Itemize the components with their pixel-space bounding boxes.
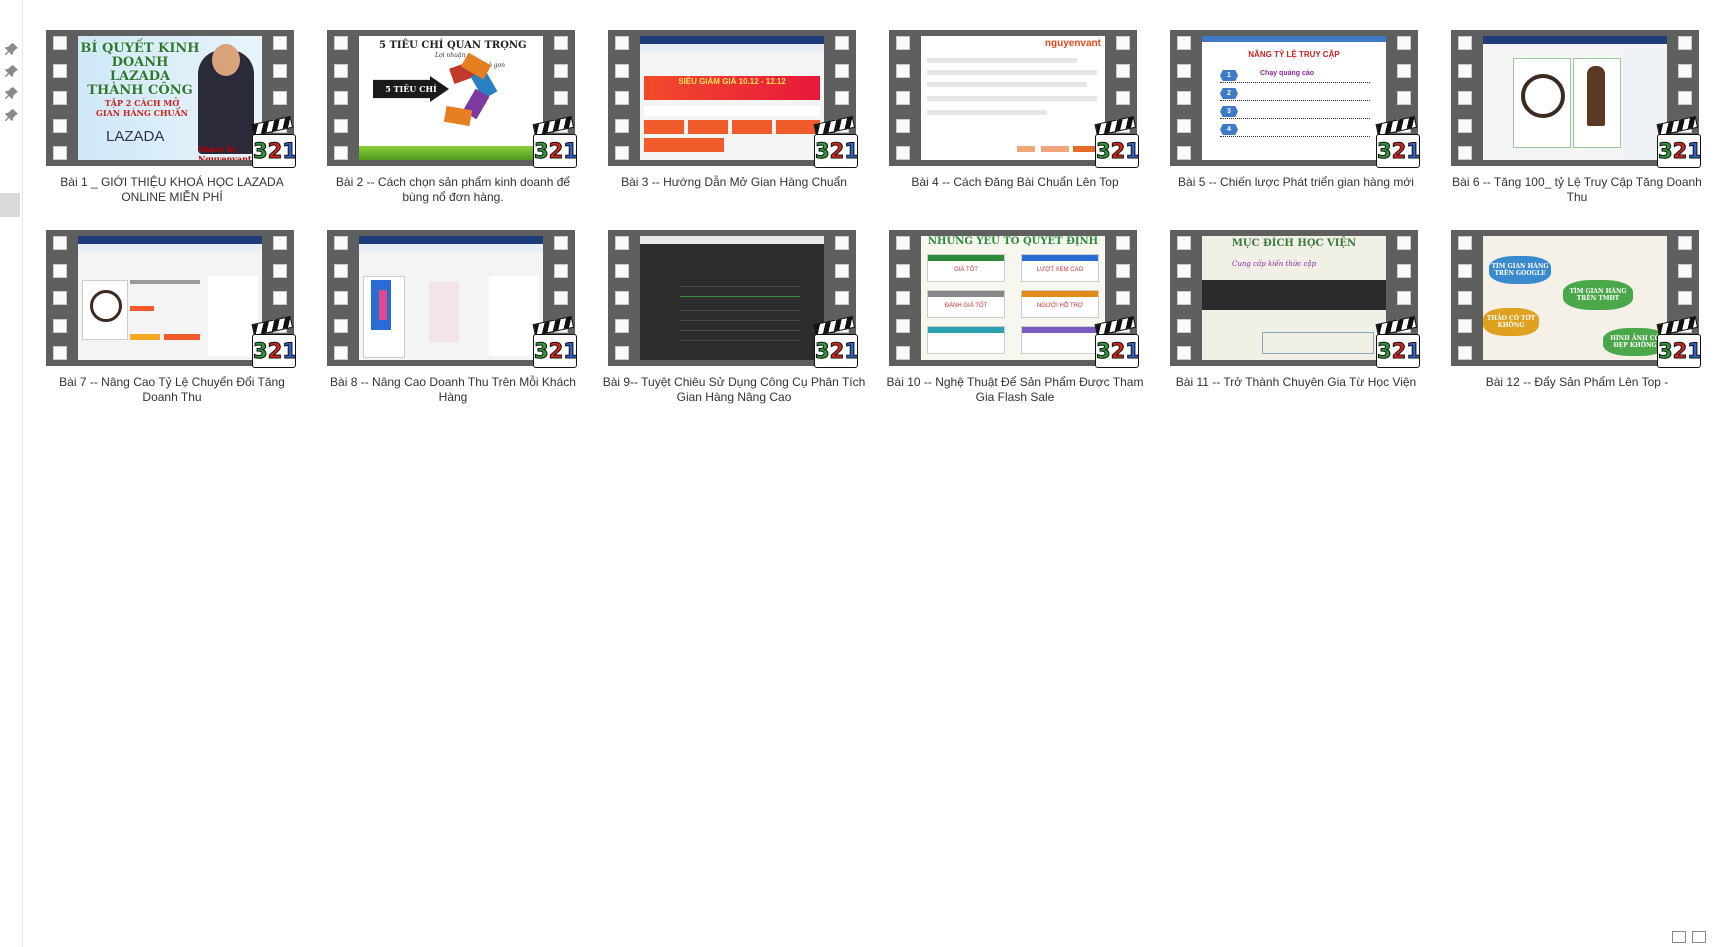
large-icons-view-icon[interactable] [1692, 931, 1706, 943]
media-player-classic-icon: 321 [531, 115, 578, 168]
video-file-tile[interactable]: 321 Bài 7 -- Nâng Cao Tỷ Lệ Chuyển Đổi T… [40, 228, 321, 428]
video-file-tile[interactable]: TÌM GIAN HÀNG TRÊN GOOGLE TÌM GIAN HÀNG … [1445, 228, 1716, 428]
video-file-tile[interactable]: 321 Bài 9-- Tuyệt Chiêu Sử Dụng Công Cụ … [602, 228, 883, 428]
media-player-classic-icon: 321 [1093, 315, 1140, 368]
thumb-label: Lợi nhuận [435, 52, 466, 59]
media-player-classic-icon: 321 [812, 115, 859, 168]
file-name[interactable]: Bài 5 -- Chiến lược Phát triển gian hàng… [1164, 175, 1428, 190]
presenter-face [212, 44, 240, 76]
thumb-subtitle: TẬP 2 CÁCH MỞ GIAN HÀNG CHUẨN [96, 98, 188, 118]
pin-icon[interactable] [5, 64, 19, 78]
thumb-brand: nguyenvant [1044, 38, 1101, 49]
file-name[interactable]: Bài 7 -- Nâng Cao Tỷ Lệ Chuyển Đổi Tăng … [40, 375, 304, 405]
file-name[interactable]: Bài 10 -- Nghệ Thuật Để Sản Phẩm Được Th… [883, 375, 1147, 405]
thumb-arrow: 5 TIÊU CHÍ [373, 76, 449, 102]
media-player-classic-icon: 321 [1374, 115, 1421, 168]
thumb-title: NÂNG TỶ LỆ TRUY CẬP [1248, 50, 1340, 59]
pin-icon[interactable] [5, 108, 19, 122]
video-file-tile[interactable]: 321 Bài 8 -- Nâng Cao Doanh Thu Trên Mỗi… [321, 228, 602, 428]
file-name[interactable]: Bài 11 -- Trở Thành Chuyên Gia Từ Học Vi… [1164, 375, 1428, 390]
view-toggle [1672, 931, 1706, 943]
file-name[interactable]: Bài 6 -- Tăng 100_ tỷ Lệ Truy Cập Tăng D… [1445, 175, 1709, 205]
file-name[interactable]: Bài 4 -- Cách Đăng Bài Chuẩn Lên Top [883, 175, 1147, 190]
video-file-tile[interactable]: 5 TIÊU CHÍ QUAN TRỌNG Lợi nhuận Nhỏ gọn … [321, 28, 602, 228]
file-name[interactable]: Bài 9-- Tuyệt Chiêu Sử Dụng Công Cụ Phân… [602, 375, 866, 405]
media-player-classic-icon: 321 [1655, 315, 1702, 368]
media-player-classic-icon: 321 [812, 315, 859, 368]
thumb-title: BÍ QUYẾT KINH DOANH LAZADA THÀNH CÔNG [80, 41, 200, 98]
video-file-tile[interactable]: NHỮNG YẾU TỐ QUYẾT ĐỊNH GIÁ TỐT LƯỢT XEM… [883, 228, 1164, 428]
lazada-logo: LAZADA [106, 128, 165, 145]
navigation-pane[interactable] [0, 0, 23, 947]
thumb-banner: SIÊU GIẢM GIÁ 10.12 - 12.12 [644, 76, 820, 100]
details-view-icon[interactable] [1672, 931, 1686, 943]
media-player-classic-icon: 321 [1093, 115, 1140, 168]
video-file-tile[interactable]: 321 Bài 6 -- Tăng 100_ tỷ Lệ Truy Cập Tă… [1445, 28, 1716, 228]
pin-icon[interactable] [5, 42, 19, 56]
media-player-classic-icon: 321 [531, 315, 578, 368]
file-name[interactable]: Bài 2 -- Cách chọn sản phẩm kinh doanh đ… [321, 175, 585, 205]
file-name[interactable]: Bài 12 -- Đẩy Sản Phẩm Lên Top - [1445, 375, 1709, 390]
video-file-tile[interactable]: nguyenvant 321 Bài 4 -- Cách Đăng Bài Ch… [883, 28, 1164, 228]
file-name[interactable]: Bài 1 _ GIỚI THIỆU KHOÁ HỌC LAZADA ONLIN… [40, 175, 304, 205]
media-player-classic-icon: 321 [1374, 315, 1421, 368]
thumb-title: MỤC ĐÍCH HỌC VIỆN [1231, 238, 1357, 249]
video-file-tile[interactable]: MỤC ĐÍCH HỌC VIỆN Cung cấp kiến thức cập… [1164, 228, 1445, 428]
video-file-tile[interactable]: BÍ QUYẾT KINH DOANH LAZADA THÀNH CÔNG TẬ… [40, 28, 321, 228]
thumb-title: NHỮNG YẾU TỐ QUYẾT ĐỊNH [927, 236, 1099, 247]
thumb-title: 5 TIÊU CHÍ QUAN TRỌNG [379, 40, 527, 51]
media-player-classic-icon: 321 [250, 115, 297, 168]
file-grid: BÍ QUYẾT KINH DOANH LAZADA THÀNH CÔNG TẬ… [40, 28, 1716, 428]
media-player-classic-icon: 321 [250, 315, 297, 368]
video-file-tile[interactable]: SIÊU GIẢM GIÁ 10.12 - 12.12 321 Bài 3 --… [602, 28, 883, 228]
video-file-tile[interactable]: NÂNG TỶ LỆ TRUY CẬP 1 Chạy quảng cáo 2 3 … [1164, 28, 1445, 228]
media-player-classic-icon: 321 [1655, 115, 1702, 168]
file-name[interactable]: Bài 8 -- Nâng Cao Doanh Thu Trên Mỗi Khá… [321, 375, 585, 405]
pin-icon[interactable] [5, 86, 19, 100]
file-name[interactable]: Bài 3 -- Hướng Dẫn Mở Gian Hàng Chuẩn [602, 175, 866, 190]
selected-nav-item[interactable] [0, 193, 20, 217]
